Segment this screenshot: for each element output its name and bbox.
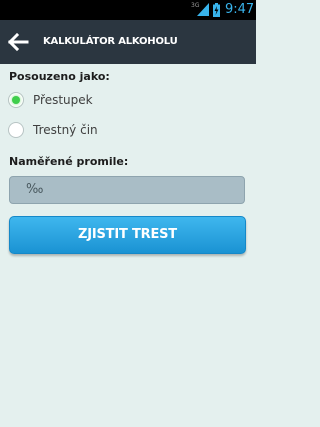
- radio-option-label: Trestný čin: [33, 123, 98, 137]
- arrow-left-icon[interactable]: [4, 28, 32, 56]
- promile-input[interactable]: ‰: [9, 176, 245, 204]
- promile-label: Naměřené promile:: [9, 155, 129, 168]
- classification-label: Posouzeno jako:: [9, 70, 110, 83]
- status-clock: 9:47: [225, 2, 255, 17]
- radio-option-label: Přestupek: [33, 93, 93, 107]
- battery-charging-icon: [213, 3, 220, 17]
- radio-button-selected[interactable]: [8, 92, 24, 108]
- radio-selected-dot: [12, 96, 20, 104]
- radio-option-prestupek[interactable]: Přestupek: [7, 91, 207, 113]
- radio-option-trestny-cin[interactable]: Trestný čin: [7, 121, 207, 143]
- page-title: KALKULÁTOR ALKOHOLU: [43, 36, 178, 47]
- status-bar: 3G 9:47: [0, 0, 256, 20]
- signal-icon: [197, 3, 209, 16]
- app-bar: KALKULÁTOR ALKOHOLU: [0, 20, 256, 64]
- radio-button[interactable]: [8, 122, 24, 138]
- submit-button[interactable]: ZJISTIT TREST: [9, 216, 246, 254]
